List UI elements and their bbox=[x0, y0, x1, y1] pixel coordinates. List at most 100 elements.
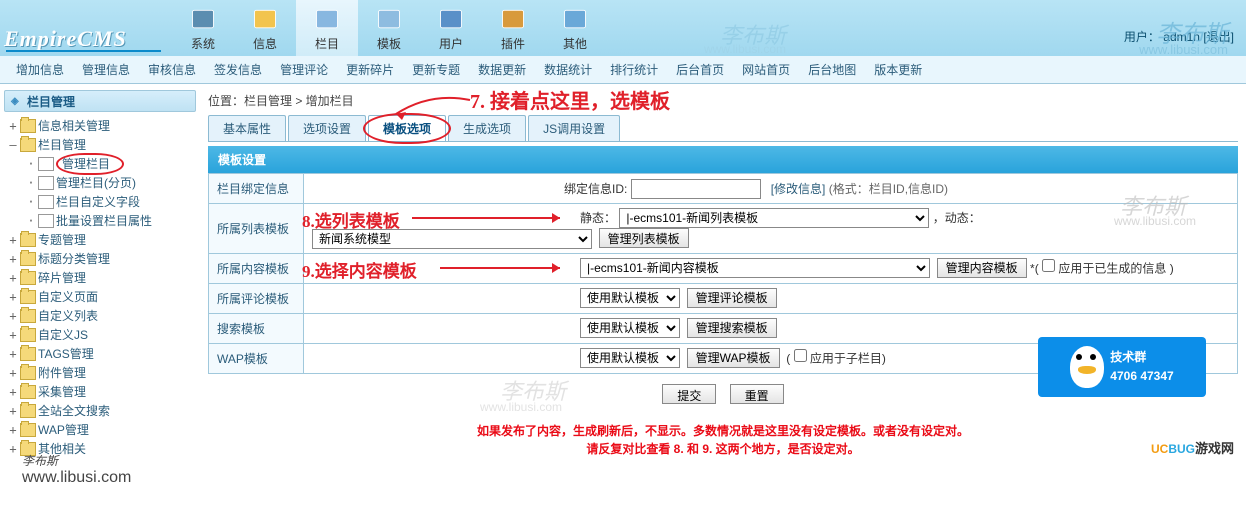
row-schtpl-label: 搜索模板 bbox=[209, 313, 304, 343]
tree-item-自定义列表[interactable]: +自定义列表 bbox=[4, 306, 196, 325]
menu-网站首页[interactable]: 网站首页 bbox=[742, 61, 790, 78]
nav-模板[interactable]: 模板 bbox=[358, 0, 420, 56]
menu-后台地图[interactable]: 后台地图 bbox=[808, 61, 856, 78]
tab-基本属性[interactable]: 基本属性 bbox=[208, 115, 286, 141]
menu-更新碎片[interactable]: 更新碎片 bbox=[346, 61, 394, 78]
row-comtpl-cell: 使用默认模板 管理评论模板 bbox=[304, 283, 1238, 313]
breadcrumb: 位置：栏目管理 > 增加栏目 bbox=[208, 90, 1238, 115]
footer-author: 李布斯 www.libusi.com bbox=[22, 452, 131, 487]
conttpl-select[interactable]: |-ecms101-新闻内容模板 bbox=[580, 258, 930, 278]
content-area: 位置：栏目管理 > 增加栏目 基本属性选项设置模板选项生成选项JS调用设置 7.… bbox=[200, 84, 1246, 464]
submit-button[interactable]: 提交 bbox=[662, 384, 716, 404]
tree-item-采集管理[interactable]: +采集管理 bbox=[4, 382, 196, 401]
bindinfo-hint: (格式：栏目ID,信息ID) bbox=[829, 182, 948, 196]
menu-管理评论[interactable]: 管理评论 bbox=[280, 61, 328, 78]
tree-item-管理栏目[interactable]: ·管理栏目 bbox=[4, 154, 196, 173]
nav-用户[interactable]: 用户 bbox=[420, 0, 482, 56]
bindinfo-input[interactable] bbox=[631, 179, 761, 199]
nav-系统[interactable]: 系统 bbox=[172, 0, 234, 56]
menu-数据统计[interactable]: 数据统计 bbox=[544, 61, 592, 78]
menu-bar: 增加信息 管理信息 审核信息 签发信息 管理评论 更新碎片 更新专题 数据更新 数据统计 排行统计… bbox=[0, 56, 1246, 84]
nav-插件[interactable]: 插件 bbox=[482, 0, 544, 56]
tree-item-附件管理[interactable]: +附件管理 bbox=[4, 363, 196, 382]
row-bindinfo-label: 栏目绑定信息 bbox=[209, 174, 304, 204]
arrow-icon bbox=[412, 210, 572, 226]
row-listtpl-label: 所属列表模板 bbox=[209, 204, 304, 254]
row-comtpl-label: 所属评论模板 bbox=[209, 283, 304, 313]
tree-item-批量设置栏目属性[interactable]: ·批量设置栏目属性 bbox=[4, 211, 196, 230]
menu-数据更新[interactable]: 数据更新 bbox=[478, 61, 526, 78]
manage-schtpl-button[interactable]: 管理搜索模板 bbox=[687, 318, 777, 338]
tree-item-管理栏目(分页)[interactable]: ·管理栏目(分页) bbox=[4, 173, 196, 192]
listtpl-static-label: 静态： bbox=[580, 211, 616, 225]
sidebar-tree: +信息相关管理–栏目管理·管理栏目·管理栏目(分页)·栏目自定义字段·批量设置栏… bbox=[4, 112, 196, 458]
nav-信息[interactable]: 信息 bbox=[234, 0, 296, 56]
reset-button[interactable]: 重置 bbox=[730, 384, 784, 404]
bindinfo-edit-link[interactable]: [修改信息] bbox=[771, 182, 826, 196]
menu-排行统计[interactable]: 排行统计 bbox=[610, 61, 658, 78]
menu-审核信息[interactable]: 审核信息 bbox=[148, 61, 196, 78]
manage-waptpl-button[interactable]: 管理WAP模板 bbox=[687, 348, 780, 368]
listtpl-dyn-select[interactable]: 新闻系统模型 bbox=[312, 229, 592, 249]
waptpl-select[interactable]: 使用默认模板 bbox=[580, 348, 680, 368]
tab-选项设置[interactable]: 选项设置 bbox=[288, 115, 366, 141]
tree-item-碎片管理[interactable]: +碎片管理 bbox=[4, 268, 196, 287]
row-bindinfo-cell: 绑定信息ID: [修改信息] (格式：栏目ID,信息ID) bbox=[304, 174, 1238, 204]
tree-item-信息相关管理[interactable]: +信息相关管理 bbox=[4, 116, 196, 135]
conttpl-chk-label: 应用于已生成的信息 ) bbox=[1058, 261, 1173, 275]
tree-item-标题分类管理[interactable]: +标题分类管理 bbox=[4, 249, 196, 268]
sidebar: 栏目管理 +信息相关管理–栏目管理·管理栏目·管理栏目(分页)·栏目自定义字段·… bbox=[0, 84, 200, 464]
sidebar-title: 栏目管理 bbox=[4, 90, 196, 112]
menu-更新专题[interactable]: 更新专题 bbox=[412, 61, 460, 78]
conttpl-star: *( bbox=[1030, 261, 1039, 275]
comtpl-select[interactable]: 使用默认模板 bbox=[580, 288, 680, 308]
tree-item-自定义页面[interactable]: +自定义页面 bbox=[4, 287, 196, 306]
panel-title: 模板设置 bbox=[208, 146, 1238, 173]
menu-签发信息[interactable]: 签发信息 bbox=[214, 61, 262, 78]
tree-item-栏目自定义字段[interactable]: ·栏目自定义字段 bbox=[4, 192, 196, 211]
logo: EmpireCMS bbox=[4, 26, 127, 52]
schtpl-select[interactable]: 使用默认模板 bbox=[580, 318, 680, 338]
bindinfo-sublabel: 绑定信息ID: bbox=[564, 182, 627, 196]
tree-item-全站全文搜索[interactable]: +全站全文搜索 bbox=[4, 401, 196, 420]
menu-增加信息[interactable]: 增加信息 bbox=[16, 61, 64, 78]
tab-生成选项[interactable]: 生成选项 bbox=[448, 115, 526, 141]
user-label: 用户： bbox=[1124, 30, 1160, 44]
watermark-text: 李布斯 bbox=[720, 18, 786, 50]
logout-link[interactable]: [退出] bbox=[1203, 30, 1234, 44]
manage-comtpl-button[interactable]: 管理评论模板 bbox=[687, 288, 777, 308]
menu-管理信息[interactable]: 管理信息 bbox=[82, 61, 130, 78]
watermark-url: www.libusi.com bbox=[704, 42, 786, 56]
row-conttpl-label: 所属内容模板 bbox=[209, 253, 304, 283]
user-name: adm1n bbox=[1163, 30, 1200, 44]
nav-其他[interactable]: 其他 bbox=[544, 0, 606, 56]
listtpl-static-select[interactable]: |-ecms101-新闻列表模板 bbox=[619, 208, 929, 228]
tree-item-TAGS管理[interactable]: +TAGS管理 bbox=[4, 344, 196, 363]
top-bar: EmpireCMS 系统信息栏目模板用户插件其他 用户： adm1n [退出] … bbox=[0, 0, 1246, 56]
manage-listtpl-button[interactable]: 管理列表模板 bbox=[599, 228, 689, 248]
row-conttpl-cell: 9.选择内容模板 |-ecms101-新闻内容模板 管理内容模板 *( 应用于已… bbox=[304, 253, 1238, 283]
menu-后台首页[interactable]: 后台首页 bbox=[676, 61, 724, 78]
tab-模板选项[interactable]: 模板选项 bbox=[368, 115, 446, 141]
user-area: 用户： adm1n [退出] bbox=[1124, 28, 1234, 45]
main-nav: 系统信息栏目模板用户插件其他 bbox=[172, 0, 606, 56]
waptpl-subcol-checkbox[interactable] bbox=[794, 349, 807, 362]
tree-item-自定义JS[interactable]: +自定义JS bbox=[4, 325, 196, 344]
arrow-icon bbox=[440, 260, 572, 276]
row-waptpl-label: WAP模板 bbox=[209, 343, 304, 373]
menu-版本更新[interactable]: 版本更新 bbox=[874, 61, 922, 78]
waptpl-chk-label: 应用于子栏目) bbox=[810, 351, 886, 365]
nav-栏目[interactable]: 栏目 bbox=[296, 0, 358, 56]
listtpl-dyn-label: ，动态： bbox=[933, 211, 981, 225]
tree-item-WAP管理[interactable]: +WAP管理 bbox=[4, 420, 196, 439]
conttpl-apply-checkbox[interactable] bbox=[1042, 259, 1055, 272]
annotation-9: 9.选择内容模板 bbox=[302, 257, 417, 282]
row-listtpl-cell: 8.选列表模板 静态： |-ecms101-新闻列表模板 ，动态： 新闻系统模型… bbox=[304, 204, 1238, 254]
tab-JS调用设置[interactable]: JS调用设置 bbox=[528, 115, 620, 141]
footer-note: 如果发布了内容，生成刷新后，不显示。多数情况就是这里没有设定模板。或者没有设定对… bbox=[208, 410, 1238, 462]
manage-conttpl-button[interactable]: 管理内容模板 bbox=[937, 258, 1027, 278]
qq-group-box[interactable]: 技术群4706 47347 bbox=[1038, 337, 1206, 397]
tree-item-专题管理[interactable]: +专题管理 bbox=[4, 230, 196, 249]
tree-item-栏目管理[interactable]: –栏目管理 bbox=[4, 135, 196, 154]
tabs-bar: 基本属性选项设置模板选项生成选项JS调用设置 bbox=[208, 115, 1238, 142]
